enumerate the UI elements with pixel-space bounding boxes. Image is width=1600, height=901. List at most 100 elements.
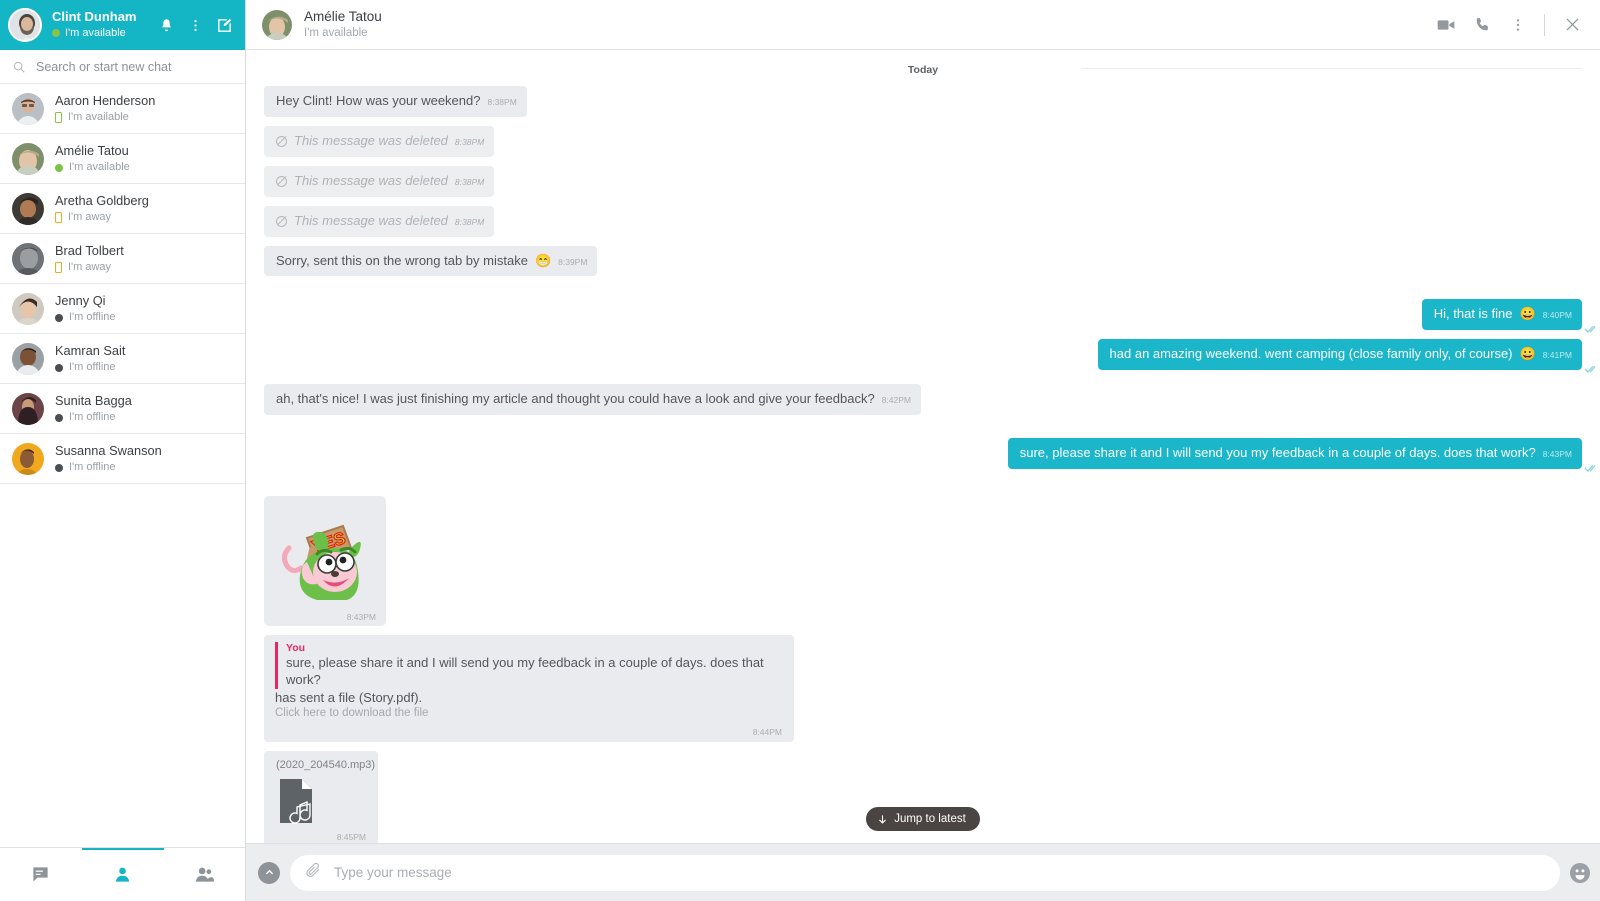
message-time: 8:43PM bbox=[346, 612, 376, 623]
download-file-link[interactable]: Click here to download the file bbox=[275, 707, 782, 719]
jump-to-latest-button[interactable]: Jump to latest bbox=[866, 807, 980, 831]
message-bubble-deleted[interactable]: This message was deleted 8:38PM bbox=[264, 165, 495, 197]
message-text: This message was deleted bbox=[294, 212, 448, 228]
avatar bbox=[12, 392, 44, 425]
contact-item-amelie-tatou[interactable]: Amélie Tatou I'm available bbox=[0, 134, 245, 184]
contact-info: Amélie Tatou I'm available bbox=[55, 143, 130, 175]
message-time: 8:38PM bbox=[454, 176, 485, 187]
my-status: I'm available bbox=[52, 27, 149, 40]
emoji-smile: 😀 bbox=[1519, 306, 1536, 322]
message-time: 8:42PM bbox=[881, 395, 911, 406]
message-bubble-file[interactable]: (2020_204540.mp3) 8:45PM bbox=[264, 750, 378, 843]
contact-info: Brad Tolbert I'm away bbox=[55, 243, 124, 275]
message-bubble-incoming[interactable]: ah, that's nice! I was just finishing my… bbox=[264, 384, 921, 416]
peer-status: I'm available bbox=[304, 26, 368, 39]
message-bubble-deleted[interactable]: This message was deleted 8:38PM bbox=[264, 125, 495, 157]
message-row: This message was deleted 8:38PM bbox=[264, 205, 1582, 237]
avatar bbox=[12, 442, 44, 475]
avatar bbox=[12, 342, 44, 375]
video-call-icon[interactable] bbox=[1436, 15, 1456, 35]
file-sent-text: has sent a file (Story.pdf). bbox=[275, 689, 423, 705]
presence-dot bbox=[55, 463, 63, 472]
close-icon[interactable] bbox=[1563, 15, 1582, 34]
deleted-icon bbox=[276, 175, 287, 187]
search-input[interactable] bbox=[36, 59, 233, 74]
peer-avatar[interactable] bbox=[262, 9, 292, 40]
conversation-header: Amélie Tatou I'm available bbox=[246, 0, 1600, 50]
message-bubble-deleted[interactable]: This message was deleted 8:38PM bbox=[264, 205, 495, 237]
contact-info: Aretha Goldberg I'm away bbox=[55, 193, 149, 225]
composer-input-shell[interactable] bbox=[290, 854, 1560, 891]
message-bubble-outgoing[interactable]: Hi, that is fine 😀 8:40PM bbox=[1421, 299, 1596, 334]
message-time: 8:38PM bbox=[454, 136, 485, 147]
message-text: This message was deleted bbox=[294, 132, 448, 148]
message-row: This message was deleted 8:38PM bbox=[264, 165, 1582, 197]
contacts-tab[interactable] bbox=[82, 848, 164, 901]
my-avatar[interactable] bbox=[8, 8, 42, 42]
contact-info: Susanna Swanson I'm offline bbox=[55, 443, 162, 475]
contact-info: Kamran Sait I'm offline bbox=[55, 343, 125, 375]
bell-icon[interactable] bbox=[157, 16, 175, 34]
contact-status: I'm away bbox=[55, 261, 124, 274]
message-row: You sure, please share it and I will sen… bbox=[264, 635, 1582, 742]
message-row: This message was deleted 8:38PM bbox=[264, 125, 1582, 157]
emoji-picker-button[interactable] bbox=[1570, 862, 1590, 883]
presence-dot bbox=[52, 29, 60, 38]
contact-item-aretha-goldberg[interactable]: Aretha Goldberg I'm away bbox=[0, 184, 245, 234]
contact-item-brad-tolbert[interactable]: Brad Tolbert I'm away bbox=[0, 234, 245, 284]
contact-status: I'm offline bbox=[55, 311, 116, 324]
contact-status-text: I'm available bbox=[69, 161, 130, 174]
contact-item-sunita-bagga[interactable]: Sunita Bagga I'm offline bbox=[0, 384, 245, 434]
deleted-icon bbox=[276, 135, 287, 147]
attach-icon[interactable] bbox=[304, 861, 322, 884]
day-divider-label: Today bbox=[899, 64, 947, 76]
message-input[interactable] bbox=[334, 865, 1548, 880]
mobile-presence-icon bbox=[55, 262, 62, 274]
audio-file-icon bbox=[278, 777, 366, 830]
smiley-icon bbox=[1570, 863, 1590, 882]
message-bubble-incoming[interactable]: Hey Clint! How was your weekend? 8:38PM bbox=[264, 86, 527, 117]
presence-dot bbox=[55, 363, 63, 372]
contact-item-susanna-swanson[interactable]: Susanna Swanson I'm offline bbox=[0, 434, 245, 484]
contact-item-jenny-qi[interactable]: Jenny Qi I'm offline bbox=[0, 284, 245, 334]
contact-status: I'm offline bbox=[55, 461, 162, 474]
file-name: (2020_204540.mp3) bbox=[276, 758, 376, 771]
message-bubble-outgoing[interactable]: sure, please share it and I will send yo… bbox=[1007, 438, 1596, 473]
message-text: Hi, that is fine bbox=[1433, 306, 1513, 322]
contact-item-kamran-sait[interactable]: Kamran Sait I'm offline bbox=[0, 334, 245, 384]
more-vertical-icon[interactable] bbox=[1510, 17, 1526, 33]
my-identity: Clint Dunham I'm available bbox=[50, 9, 149, 40]
conversation-actions bbox=[1436, 13, 1582, 36]
message-text: sure, please share it and I will send yo… bbox=[1019, 445, 1536, 461]
person-icon bbox=[115, 867, 130, 882]
contact-name: Brad Tolbert bbox=[55, 242, 124, 258]
expand-toolbar-button[interactable] bbox=[258, 861, 280, 884]
chat-application: Clint Dunham I'm available Search or sta… bbox=[0, 0, 1600, 901]
message-text: had an amazing weekend. went camping (cl… bbox=[1109, 346, 1513, 362]
message-row: sure, please share it and I will send yo… bbox=[264, 438, 1596, 473]
message-text: This message was deleted bbox=[294, 172, 448, 188]
sticker-yes-monkey-icon: YES bbox=[273, 504, 377, 608]
message-bubble-sticker[interactable]: YES 8:43PM bbox=[264, 496, 386, 627]
contact-name: Jenny Qi bbox=[55, 292, 106, 308]
groups-tab[interactable] bbox=[163, 848, 245, 901]
message-row: Hi, that is fine 😀 8:40PM bbox=[264, 299, 1596, 334]
message-bubble-quoted-file[interactable]: You sure, please share it and I will sen… bbox=[264, 635, 794, 742]
quote-text: sure, please share it and I will send yo… bbox=[286, 655, 764, 688]
compose-icon[interactable] bbox=[215, 16, 233, 34]
message-time: 8:38PM bbox=[454, 216, 485, 227]
deleted-icon bbox=[276, 215, 287, 227]
contact-item-aaron-henderson[interactable]: Aaron Henderson I'm available bbox=[0, 84, 245, 134]
message-bubble-incoming[interactable]: Sorry, sent this on the wrong tab by mis… bbox=[264, 245, 598, 277]
contact-status: I'm available bbox=[55, 161, 130, 174]
search-bar[interactable] bbox=[0, 50, 245, 84]
chats-tab[interactable] bbox=[0, 848, 82, 901]
message-time: 8:45PM bbox=[336, 831, 366, 842]
more-vertical-icon[interactable] bbox=[186, 16, 204, 34]
message-bubble-outgoing[interactable]: had an amazing weekend. went camping (cl… bbox=[1097, 339, 1596, 374]
peer-name: Amélie Tatou bbox=[304, 8, 382, 24]
audio-call-icon[interactable] bbox=[1474, 16, 1492, 34]
avatar bbox=[12, 92, 44, 125]
sidebar-header-actions bbox=[157, 16, 237, 34]
presence-dot bbox=[55, 163, 63, 172]
